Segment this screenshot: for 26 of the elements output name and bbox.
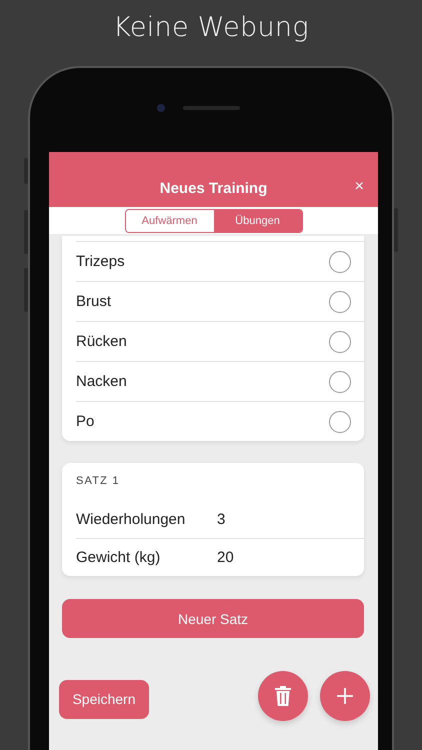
trash-icon [275,686,291,706]
set-title: SATZ 1 [75,474,121,489]
add-button[interactable] [320,671,370,721]
select-circle[interactable] [329,370,351,392]
muscle-label: Trizeps [76,253,125,270]
new-set-button[interactable]: Neuer Satz [62,599,364,638]
save-button[interactable]: Speichern [59,680,149,718]
select-circle[interactable] [329,290,351,312]
segment-tab[interactable]: Übungen [214,210,302,232]
delete-button[interactable] [258,671,308,721]
select-circle[interactable] [329,410,351,432]
banner-title: Keine Webung [113,12,309,45]
camera-icon [157,104,165,112]
muscle-label: Po [76,413,94,430]
plus-icon [337,688,353,704]
screen-title: Neues Training [160,180,268,197]
field-label: Gewicht (kg) [76,549,162,566]
select-circle[interactable] [329,330,351,352]
field-label: Wiederholungen [76,511,186,528]
muscle-label: Brust [76,293,112,310]
close-button[interactable]: × [352,178,366,196]
muscle-label: Rücken [76,333,127,350]
input-field[interactable]: 3 [217,511,317,528]
input-field[interactable]: 20 [217,549,317,566]
select-circle[interactable] [329,250,351,272]
muscle-label: Nacken [76,373,127,390]
